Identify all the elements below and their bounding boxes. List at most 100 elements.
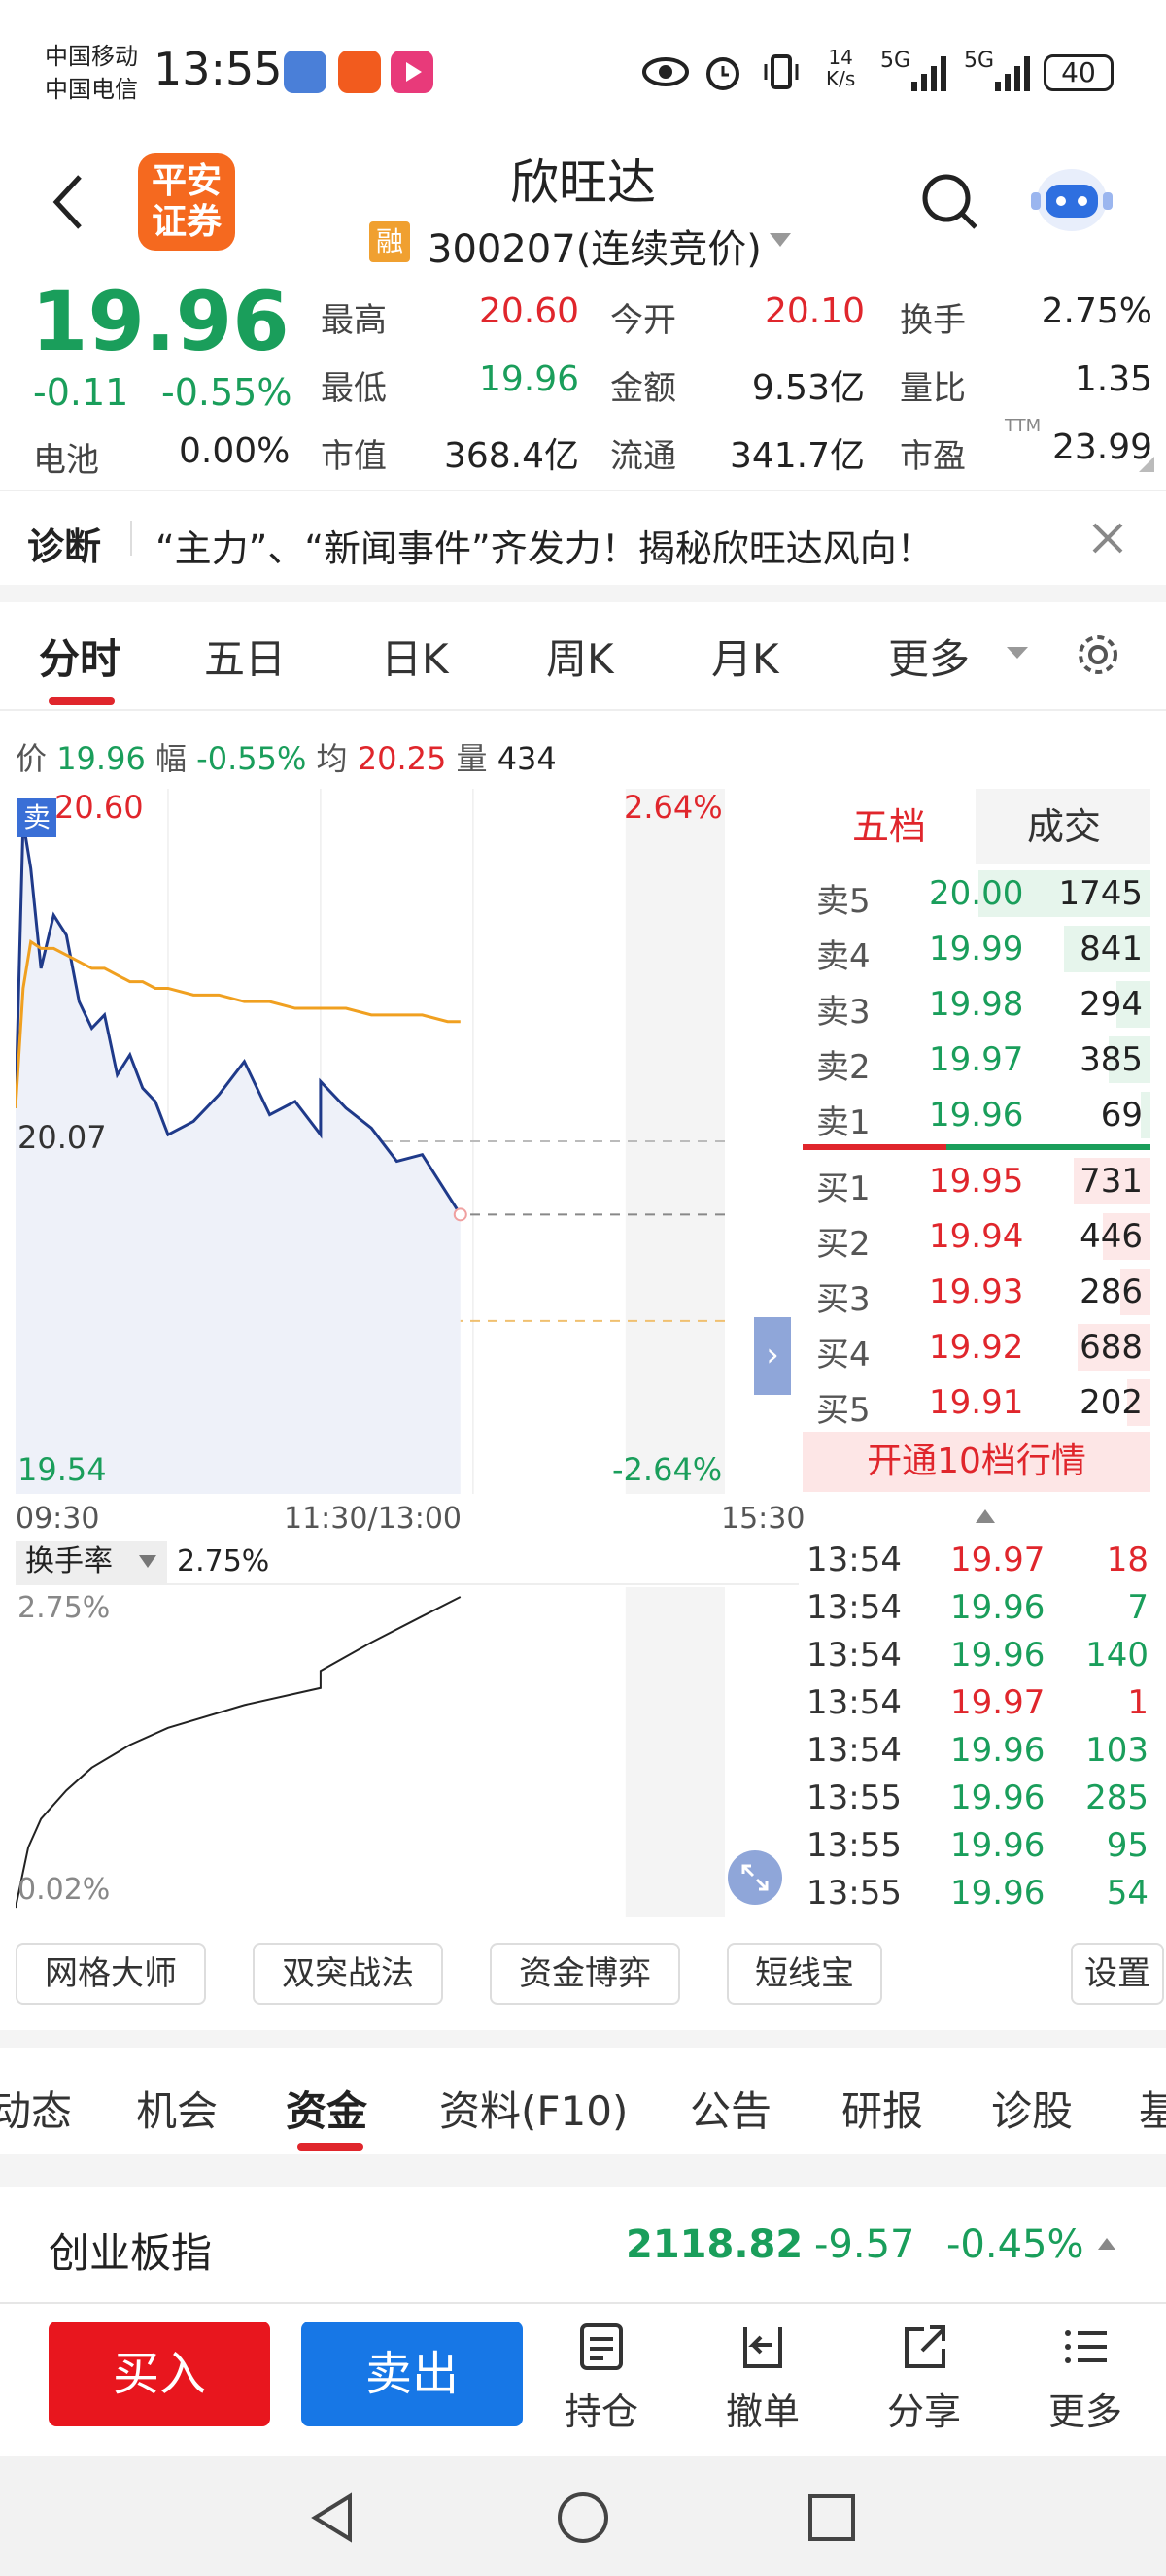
diagnosis-text: “主力”、“新闻事件”齐发力！揭秘欣旺达风向！ xyxy=(155,527,934,570)
tab-news[interactable]: 动态 xyxy=(0,2079,72,2138)
divider xyxy=(130,521,132,556)
tab-research[interactable]: 研报 xyxy=(841,2079,923,2138)
sell-level-5[interactable]: 卖1 19.96 69 xyxy=(803,1088,1150,1142)
buy-sell-ratio-red xyxy=(803,1144,946,1150)
sell-level-1[interactable]: 卖5 20.00 1745 xyxy=(803,866,1150,921)
nav-home-icon[interactable] xyxy=(554,2489,612,2547)
share-label: 分享 xyxy=(886,2390,961,2433)
cancel-order-button[interactable]: 撤单 xyxy=(709,2322,816,2435)
turnover-dropdown[interactable]: 换手率 xyxy=(16,1541,167,1583)
fullscreen-icon[interactable] xyxy=(727,1849,783,1906)
open-label: 今开 xyxy=(610,301,676,340)
battery-level: 40 xyxy=(1061,56,1096,88)
tab-opportunity[interactable]: 机会 xyxy=(136,2079,218,2138)
buy-level-5[interactable]: 买5 19.91 202 xyxy=(803,1375,1150,1430)
buy-level-3[interactable]: 买3 19.93 286 xyxy=(803,1265,1150,1319)
mid-price-label: 20.07 xyxy=(17,1119,107,1156)
index-bar[interactable]: 创业板指 2118.82 -9.57 -0.45% xyxy=(0,2187,1166,2302)
expand-panel-button[interactable]: › xyxy=(754,1317,791,1395)
section-gap xyxy=(0,2154,1166,2187)
sell-level-3[interactable]: 卖3 19.98 294 xyxy=(803,977,1150,1032)
sell-level-2[interactable]: 卖4 19.99 841 xyxy=(803,922,1150,976)
settings-gear-icon[interactable] xyxy=(1075,631,1121,678)
sell-button[interactable]: 卖出 xyxy=(301,2322,523,2426)
buy-level-volume: 286 xyxy=(1080,1272,1143,1311)
more-button[interactable]: 更多 xyxy=(1032,2322,1139,2435)
sector-label[interactable]: 电池 xyxy=(33,433,99,481)
turnover-label: 换手率 xyxy=(25,1544,113,1578)
sell-level-price: 19.98 xyxy=(929,985,1024,1024)
close-icon[interactable] xyxy=(1090,521,1125,556)
tab-more[interactable]: 更多 xyxy=(888,627,970,686)
tab-trades[interactable]: 成交 xyxy=(977,789,1150,864)
tab-overflow[interactable]: 基 xyxy=(1139,2079,1166,2138)
more-label: 更多 xyxy=(1047,2390,1122,2433)
scroll-up-icon[interactable] xyxy=(974,1508,997,1525)
tab-announcements[interactable]: 公告 xyxy=(690,2079,772,2138)
stock-code[interactable]: 300207(连续竞价) xyxy=(428,218,762,274)
trade-time: 13:55 xyxy=(806,1779,902,1817)
tab-daily-k[interactable]: 日K xyxy=(381,627,449,686)
nav-recents-icon[interactable] xyxy=(806,2492,857,2543)
amount-value: 9.53亿 xyxy=(751,368,865,408)
nav-back-icon[interactable] xyxy=(307,2491,361,2545)
sell-level-4[interactable]: 卖2 19.97 385 xyxy=(803,1033,1150,1087)
buy-button[interactable]: 买入 xyxy=(49,2322,270,2426)
tab-intraday[interactable]: 分时 xyxy=(39,627,120,686)
status-time: 13:55 xyxy=(154,43,283,95)
open-value: 20.10 xyxy=(764,291,865,331)
chevron-down-icon xyxy=(139,1555,156,1568)
tab-five-levels[interactable]: 五档 xyxy=(803,789,976,864)
tab-capital[interactable]: 资金 xyxy=(286,2079,367,2138)
tab-diagnose[interactable]: 诊股 xyxy=(991,2079,1073,2138)
turnover-value: 2.75% xyxy=(177,1544,270,1578)
index-value: 2118.82 xyxy=(626,2222,804,2267)
low-label: 最低 xyxy=(321,369,387,408)
vol-value: 434 xyxy=(497,740,557,777)
search-icon[interactable] xyxy=(919,171,981,233)
sell-marker[interactable]: 卖 xyxy=(17,798,56,837)
sell-level-volume: 69 xyxy=(1100,1096,1143,1135)
buy-level-label: 买2 xyxy=(816,1225,871,1264)
buy-level-4[interactable]: 买4 19.92 688 xyxy=(803,1320,1150,1374)
tools-settings-button[interactable]: 设置 xyxy=(1071,1943,1164,2005)
margin-badge: 融 xyxy=(369,221,410,262)
buy-level-1[interactable]: 买1 19.95 731 xyxy=(803,1154,1150,1208)
time-start: 09:30 xyxy=(16,1502,100,1536)
share-button[interactable]: 分享 xyxy=(871,2322,977,2435)
positions-button[interactable]: 持仓 xyxy=(548,2322,655,2435)
future-area xyxy=(625,789,725,1494)
tab-five-day[interactable]: 五日 xyxy=(204,627,286,686)
trade-time: 13:54 xyxy=(806,1636,902,1675)
sell-level-volume: 841 xyxy=(1080,930,1143,968)
tab-weekly-k[interactable]: 周K xyxy=(546,627,614,686)
buy-level-label: 买3 xyxy=(816,1280,871,1319)
tab-f10[interactable]: 资料(F10) xyxy=(439,2079,628,2138)
capital-game-button[interactable]: 资金博弈 xyxy=(490,1943,680,2005)
trade-row: 13:54 19.96 103 xyxy=(806,1731,1150,1778)
trade-time: 13:54 xyxy=(806,1683,902,1722)
chevron-down-icon[interactable] xyxy=(1005,645,1030,661)
alarm-icon xyxy=(706,57,739,90)
vol-ratio-label: 量比 xyxy=(900,369,966,408)
upgrade-10-levels-button[interactable]: 开通10档行情 xyxy=(803,1432,1150,1492)
bottom-price-label: 19.54 xyxy=(17,1451,107,1488)
sell-level-label: 卖2 xyxy=(816,1048,871,1087)
trade-price: 19.96 xyxy=(950,1779,1046,1817)
short-term-button[interactable]: 短线宝 xyxy=(727,1943,882,2005)
video-app-icon xyxy=(391,51,433,93)
turnover-chart[interactable] xyxy=(16,1587,725,1917)
turnover-line xyxy=(16,1596,462,1909)
trade-volume: 18 xyxy=(1106,1541,1149,1579)
tab-monthly-k[interactable]: 月K xyxy=(711,627,779,686)
turnover-label: 换手 xyxy=(900,301,966,340)
grid-master-button[interactable]: 网格大师 xyxy=(16,1943,206,2005)
intraday-chart[interactable] xyxy=(16,789,725,1494)
clipboard-icon xyxy=(580,2323,623,2370)
robot-assistant-icon[interactable] xyxy=(1028,159,1115,237)
double-breakout-button[interactable]: 双突战法 xyxy=(253,1943,443,2005)
diagnosis-banner[interactable]: 诊断 “主力”、“新闻事件”齐发力！揭秘欣旺达风向！ xyxy=(0,491,1166,585)
section-gap xyxy=(0,585,1166,602)
chevron-down-icon[interactable] xyxy=(768,231,793,249)
buy-level-2[interactable]: 买2 19.94 446 xyxy=(803,1209,1150,1264)
